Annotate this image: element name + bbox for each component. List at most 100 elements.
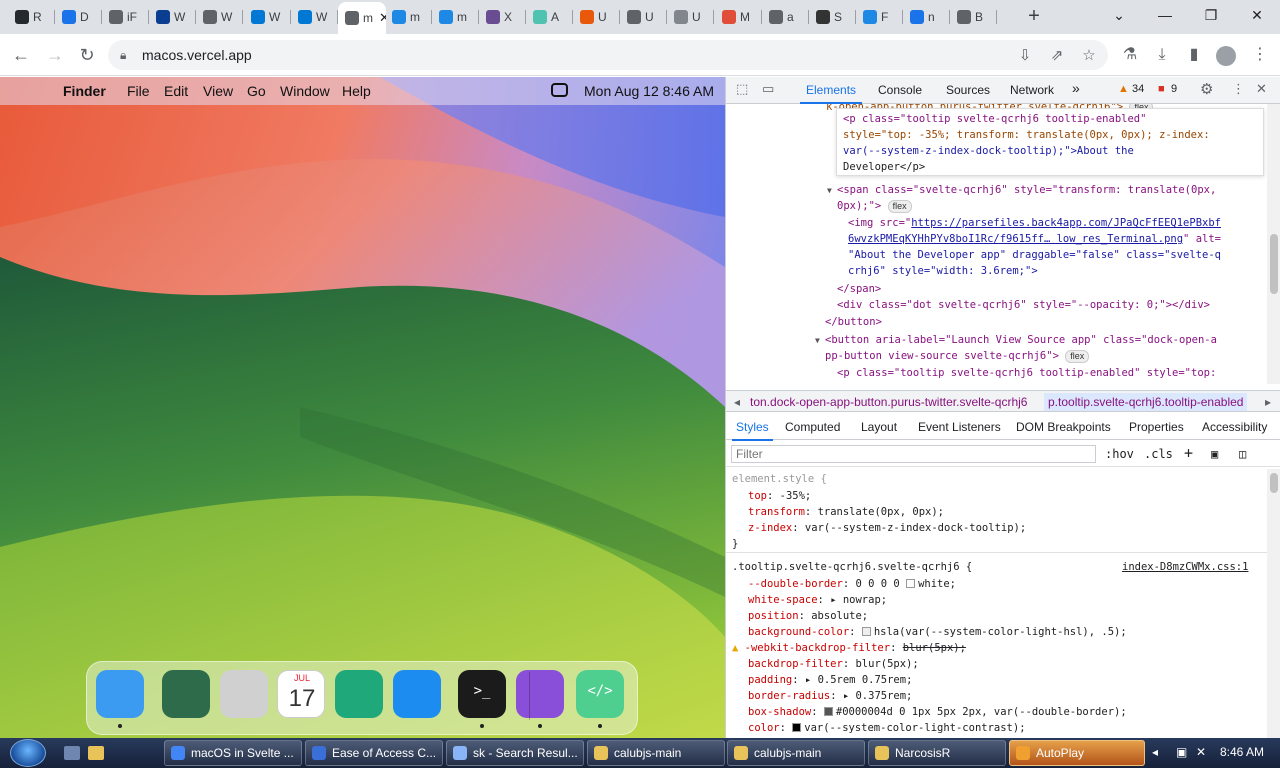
browser-tab[interactable]: W xyxy=(291,4,338,30)
color-swatch[interactable] xyxy=(823,707,833,716)
dom-line[interactable]: <button aria-label="Launch View Source a… xyxy=(825,332,1217,349)
hov-toggle[interactable]: :hov xyxy=(1105,447,1134,461)
style-declaration[interactable]: transform: translate(0px, 0px); xyxy=(748,504,944,520)
new-tab-button[interactable]: + xyxy=(1024,6,1044,26)
dock-app-finder[interactable] xyxy=(96,670,144,718)
tab-sources[interactable]: Sources xyxy=(946,83,990,97)
styles-scrollbar[interactable] xyxy=(1267,469,1280,738)
menu-kebab-icon[interactable]: ⋮ xyxy=(1250,45,1270,65)
inspect-element-icon[interactable]: ⬚ xyxy=(736,81,748,97)
dom-line[interactable]: <p class="tooltip svelte-qcrhj6 tooltip-… xyxy=(837,365,1216,382)
browser-tab[interactable]: a xyxy=(762,4,809,30)
style-declaration[interactable]: z-index: var(--system-z-index-dock-toolt… xyxy=(748,520,1026,536)
dock-app-terminal[interactable]: >_ xyxy=(458,670,506,718)
menu-go[interactable]: Go xyxy=(247,83,266,99)
subtab-accessibility[interactable]: Accessibility xyxy=(1202,420,1267,434)
expand-triangle-icon[interactable]: ▼ xyxy=(827,183,832,200)
color-swatch[interactable] xyxy=(792,723,802,732)
subtab-layout[interactable]: Layout xyxy=(861,420,897,434)
close-window-button[interactable]: ✕ xyxy=(1244,4,1270,26)
crumb-right-arrow-icon[interactable]: ▸ xyxy=(1265,395,1271,409)
browser-tab[interactable]: U xyxy=(620,4,667,30)
reload-icon[interactable]: ↻ xyxy=(76,44,98,66)
url-text[interactable]: macos.vercel.app xyxy=(142,47,252,63)
dom-line[interactable]: </button> xyxy=(825,314,882,331)
tab-elements[interactable]: Elements xyxy=(799,83,863,104)
dom-line[interactable]: "About the Developer app" draggable="fal… xyxy=(848,247,1221,264)
taskbar-task[interactable]: AutoPlay xyxy=(1009,740,1145,766)
dom-line[interactable]: 6wvzkPMEqKYHhPYv8boI1Rc/f9615ff… low_res… xyxy=(848,231,1221,248)
show-desktop-icon[interactable] xyxy=(64,746,80,760)
dock-app-view-source[interactable]: </> xyxy=(576,670,624,718)
settings-gear-icon[interactable]: ⚙ xyxy=(1200,80,1213,98)
style-declaration[interactable]: ▲ -webkit-backdrop-filter: blur(5px); xyxy=(732,640,966,656)
browser-tab[interactable]: U xyxy=(573,4,620,30)
scroll-thumb[interactable] xyxy=(1270,473,1278,493)
style-declaration[interactable]: position: absolute; xyxy=(748,608,868,624)
breadcrumb-item[interactable]: ton.dock-open-app-button.purus-twitter.s… xyxy=(750,395,1027,409)
style-declaration[interactable]: padding: ▸ 0.5rem 0.75rem; xyxy=(748,672,912,688)
warning-icon[interactable]: ▲ xyxy=(1118,83,1129,95)
taskbar-task[interactable]: macOS in Svelte ... xyxy=(164,740,302,766)
browser-tab[interactable]: B xyxy=(950,4,997,30)
menu-view[interactable]: View xyxy=(203,83,233,99)
taskbar-task[interactable]: Ease of Access C... xyxy=(305,740,443,766)
dom-line[interactable]: pp-button view-source svelte-qcrhj6"> fl… xyxy=(825,348,1090,365)
computed-styles-icon[interactable]: ▣ xyxy=(1211,447,1218,461)
dock-app-github[interactable] xyxy=(516,670,564,718)
browser-tab[interactable]: M xyxy=(715,4,762,30)
subtab-event-listeners[interactable]: Event Listeners xyxy=(918,420,1001,434)
taskbar-task[interactable]: calubjs-main xyxy=(727,740,865,766)
browser-tab[interactable]: W xyxy=(149,4,196,30)
taskbar-clock[interactable]: 8:46 AM xyxy=(1220,745,1264,759)
dock-app-vscode[interactable] xyxy=(335,670,383,718)
tray-expand-icon[interactable]: ◂ xyxy=(1152,745,1158,759)
dom-line[interactable]: crhj6" style="width: 3.6rem;"> xyxy=(848,263,1038,280)
install-app-icon[interactable]: ⇩ xyxy=(1016,47,1034,65)
browser-tab[interactable]: S xyxy=(809,4,856,30)
volume-muted-icon[interactable]: ✕ xyxy=(1196,745,1206,759)
subtab-dom-breakpoints[interactable]: DOM Breakpoints xyxy=(1016,420,1111,434)
browser-tab[interactable]: A xyxy=(526,4,573,30)
dock-app-wallpapers[interactable] xyxy=(162,670,210,718)
taskbar-task[interactable]: sk - Search Resul... xyxy=(446,740,584,766)
browser-tab[interactable]: W xyxy=(196,4,243,30)
style-declaration[interactable]: background-color: hsla(var(--system-colo… xyxy=(748,624,1127,640)
bookmark-star-icon[interactable]: ☆ xyxy=(1080,47,1098,65)
color-swatch[interactable] xyxy=(861,627,871,636)
menu-file[interactable]: File xyxy=(127,83,150,99)
network-icon[interactable]: ▣ xyxy=(1176,745,1187,759)
share-icon[interactable]: ⇗ xyxy=(1048,47,1066,65)
dock-app-appstore[interactable] xyxy=(393,670,441,718)
style-declaration[interactable]: top: -35%; xyxy=(748,488,811,504)
devtools-menu-icon[interactable]: ⋮ xyxy=(1232,81,1245,97)
browser-tab[interactable]: m xyxy=(432,4,479,30)
profile-avatar[interactable] xyxy=(1216,46,1236,66)
dom-line[interactable]: <span class="svelte-qcrhj6" style="trans… xyxy=(837,182,1216,199)
style-declaration[interactable]: border-radius: ▸ 0.375rem; xyxy=(748,688,912,704)
minimize-button[interactable]: — xyxy=(1152,4,1178,26)
rule-selector[interactable]: .tooltip.svelte-qcrhj6.svelte-qcrhj6 { xyxy=(732,559,972,575)
subtab-styles[interactable]: Styles xyxy=(732,420,773,441)
style-declaration[interactable]: --double-border: 0 0 0 0 white; xyxy=(748,576,956,592)
style-declaration[interactable]: white-space: ▸ nowrap; xyxy=(748,592,887,608)
dom-line[interactable]: </span> xyxy=(837,281,881,298)
device-toolbar-icon[interactable]: ▭ xyxy=(762,81,774,97)
close-devtools-icon[interactable]: ✕ xyxy=(1256,81,1267,97)
back-icon[interactable]: ← xyxy=(10,44,32,66)
explorer-quick-icon[interactable] xyxy=(88,746,104,760)
toggle-sidebar-icon[interactable]: ◫ xyxy=(1239,447,1246,461)
styles-filter-input[interactable] xyxy=(731,445,1096,463)
dom-line[interactable]: <div class="dot svelte-qcrhj6" style="--… xyxy=(837,297,1210,314)
dom-tree-scrollbar[interactable] xyxy=(1267,104,1280,384)
style-declaration[interactable]: color: var(--system-color-light-contrast… xyxy=(748,720,1026,736)
tab-search-icon[interactable]: ⌄ xyxy=(1106,4,1132,26)
taskbar-task[interactable]: calubjs-main xyxy=(587,740,725,766)
more-tabs-icon[interactable]: » xyxy=(1072,80,1080,96)
taskbar-task[interactable]: NarcosisR xyxy=(868,740,1006,766)
error-icon[interactable]: ■ xyxy=(1158,83,1165,95)
subtab-computed[interactable]: Computed xyxy=(785,420,840,434)
tab-network[interactable]: Network xyxy=(1010,83,1054,97)
browser-tab[interactable]: R xyxy=(8,4,55,30)
color-swatch[interactable] xyxy=(906,579,916,588)
